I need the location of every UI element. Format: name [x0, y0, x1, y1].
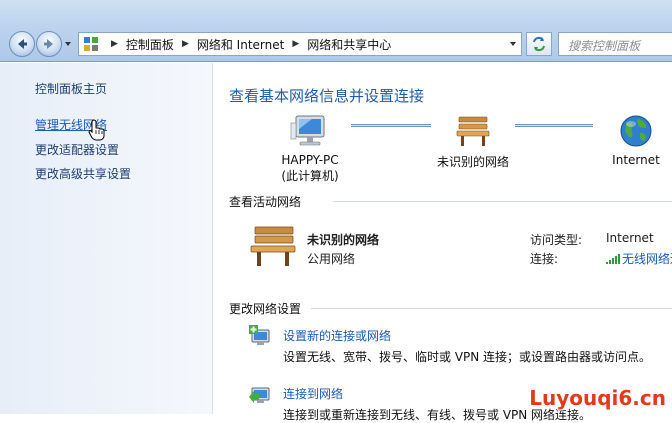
forward-button[interactable]: [36, 31, 62, 57]
internet-label: Internet: [612, 153, 660, 167]
sidebar-item-adapter-settings[interactable]: 更改适配器设置: [35, 141, 119, 158]
setup-new-connection-link[interactable]: 设置新的连接或网络: [283, 327, 391, 344]
address-dropdown-icon[interactable]: [509, 40, 517, 48]
active-networks-heading: 查看活动网络: [229, 195, 302, 209]
signal-strength-icon: [606, 254, 620, 264]
computer-subtitle: (此计算机): [281, 169, 339, 183]
network-category-link[interactable]: 公用网络: [307, 250, 355, 267]
forward-arrow-icon: [44, 39, 53, 49]
breadcrumb-control-panel[interactable]: 控制面板: [126, 36, 174, 53]
section-divider: [333, 201, 672, 202]
back-arrow-icon: [18, 39, 27, 49]
new-connection-icon: [249, 325, 270, 345]
change-settings-heading: 更改网络设置: [229, 302, 302, 316]
connection-line: [515, 124, 593, 127]
setup-new-connection-desc: 设置无线、宽带、拨号、临时或 VPN 连接；或设置路由器或访问点。: [283, 350, 652, 364]
connection-label: 连接:: [530, 252, 559, 266]
sidebar-item-advanced-sharing[interactable]: 更改高级共享设置: [35, 165, 131, 182]
bench-icon: [250, 226, 296, 266]
computer-name: HAPPY-PC: [281, 153, 339, 167]
sidebar-item-control-panel-home[interactable]: 控制面板主页: [35, 80, 107, 97]
breadcrumb-separator-icon[interactable]: ▶: [182, 39, 189, 49]
section-divider: [311, 308, 672, 309]
control-panel-icon: [84, 37, 98, 51]
network-name: 未识别的网络: [436, 155, 509, 169]
breadcrumb-separator-icon[interactable]: ▶: [111, 39, 118, 49]
back-button[interactable]: [9, 31, 35, 57]
map-network[interactable]: 未识别的网络: [433, 113, 513, 170]
breadcrumb-separator-icon[interactable]: ▶: [292, 39, 299, 49]
breadcrumb-network-sharing-center[interactable]: 网络和共享中心: [307, 36, 391, 53]
recent-pages-chevron-icon[interactable]: [64, 40, 72, 48]
connect-to-network-link[interactable]: 连接到网络: [283, 385, 343, 402]
breadcrumb-network-internet[interactable]: 网络和 Internet: [197, 36, 284, 53]
globe-icon: [620, 115, 652, 147]
main-content: 查看基本网络信息并设置连接 HAPPY-PC (此计算机) 未识别的网络 Int…: [213, 63, 672, 422]
search-input[interactable]: 搜索控制面板: [558, 32, 672, 56]
access-type-label: 访问类型:: [530, 233, 583, 247]
access-type-value: Internet: [606, 231, 654, 245]
map-computer[interactable]: HAPPY-PC (此计算机): [275, 113, 345, 184]
page-title: 查看基本网络信息并设置连接: [229, 87, 425, 105]
active-network-name: 未识别的网络: [307, 233, 380, 247]
task-pane: 控制面板主页 管理无线网络 更改适配器设置 更改高级共享设置: [0, 63, 213, 414]
watermark: Luyouqi6.cn: [529, 386, 666, 410]
hand-cursor-icon: [88, 119, 105, 141]
navigation-bar: ▶ 控制面板 ▶ 网络和 Internet ▶ 网络和共享中心 搜索控制面板: [0, 0, 672, 62]
refresh-button[interactable]: [526, 32, 552, 56]
connection-name[interactable]: 无线网络连: [622, 252, 672, 266]
computer-icon: [290, 115, 325, 146]
bench-icon: [456, 116, 490, 146]
address-bar[interactable]: ▶ 控制面板 ▶ 网络和 Internet ▶ 网络和共享中心: [78, 32, 522, 56]
connection-line: [351, 124, 431, 127]
connect-to-network-icon: [249, 387, 270, 403]
refresh-icon: [533, 36, 545, 52]
connection-link[interactable]: 无线网络连: [606, 250, 672, 267]
breadcrumb: ▶ 控制面板 ▶ 网络和 Internet ▶ 网络和共享中心: [103, 36, 391, 53]
map-internet[interactable]: Internet: [601, 113, 671, 167]
